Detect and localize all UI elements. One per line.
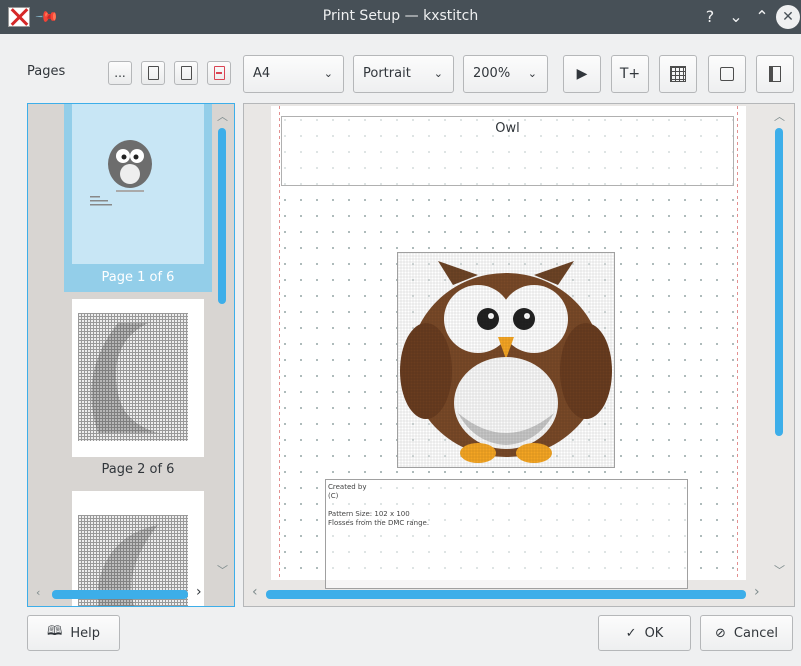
page-insert-icon (180, 66, 192, 80)
close-icon[interactable]: ✕ (776, 5, 800, 29)
cancel-icon: ⊘ (715, 625, 726, 641)
orientation-select[interactable]: Portrait ⌄ (353, 55, 454, 93)
help-book-icon: 🕮 (47, 624, 63, 639)
thumbnail-page-image (72, 104, 204, 264)
thumbnail-horizontal-scrollbar[interactable] (52, 590, 188, 599)
maximize-icon[interactable]: ⌃ (750, 5, 774, 29)
image-add-icon (720, 67, 734, 81)
info-line-copyright: (C) (328, 492, 339, 500)
window-title: Print Setup — kxstitch (322, 8, 479, 24)
preview-vertical-scrollbar[interactable] (775, 128, 783, 436)
scroll-up-icon[interactable]: ︿ (774, 108, 785, 124)
delete-page-button[interactable] (207, 61, 231, 85)
pointer-icon: ▶ (576, 66, 588, 82)
thumbnail-caption: Page 1 of 6 (101, 270, 175, 285)
ok-label: OK (644, 625, 664, 641)
checkmark-icon: ✓ (625, 625, 637, 641)
pattern-element-button[interactable] (659, 55, 697, 93)
info-text-element[interactable]: Created by (C) Pattern Size: 102 x 100 F… (325, 479, 688, 589)
preview-horizontal-scrollbar[interactable] (266, 590, 746, 599)
help-icon[interactable]: ? (698, 5, 722, 29)
preview-page: Owl Created by (C) Pattern Size: 102 x 1… (271, 106, 746, 589)
image-element-button[interactable] (708, 55, 746, 93)
page-icon (147, 66, 159, 80)
ok-button[interactable]: ✓ OK (598, 615, 691, 651)
thumbnail-caption: Page 2 of 6 (101, 462, 175, 477)
select-tool-button[interactable]: ▶ (563, 55, 601, 93)
info-line-flosses: Flosses from the DMC range. (328, 519, 430, 527)
chevron-down-icon: ⌄ (433, 67, 443, 80)
text-element-button[interactable]: T+ (611, 55, 649, 93)
pattern-element[interactable] (397, 252, 615, 468)
pattern-title: Owl (495, 121, 520, 136)
thumbnail-page-2[interactable]: Page 2 of 6 (64, 296, 212, 486)
text-add-icon: T+ (619, 66, 641, 82)
cancel-label: Cancel (733, 625, 778, 641)
insert-page-button[interactable] (174, 61, 198, 85)
info-line-created: Created by (328, 483, 367, 491)
info-line-size: Pattern Size: 102 x 100 (328, 510, 410, 518)
zoom-value: 200% (473, 66, 511, 81)
scroll-left-icon[interactable]: ‹ (36, 586, 40, 599)
add-page-button[interactable] (141, 61, 165, 85)
title-bar: 📌 Print Setup — kxstitch ? ⌄ ⌃ ✕ (0, 0, 801, 34)
owl-pattern-image (398, 253, 614, 467)
scroll-down-icon[interactable]: ﹀ (217, 562, 228, 578)
page-thumbnail-list[interactable]: Page 1 of 6 Page 2 of 6 ︿ ﹀ ‹ › (27, 103, 235, 607)
chevron-down-icon: ⌄ (323, 67, 333, 80)
chevron-down-icon: ⌄ (527, 67, 537, 80)
orientation-value: Portrait (363, 66, 411, 81)
thumbnail-vertical-scrollbar[interactable] (218, 128, 226, 304)
page-preview[interactable]: Owl Created by (C) Pattern Size: 102 x 1… (243, 103, 795, 607)
page-remove-icon (213, 66, 225, 80)
thumbnail-page-1[interactable]: Page 1 of 6 (64, 104, 212, 292)
scroll-left-icon[interactable]: ‹ (252, 584, 258, 600)
zoom-select[interactable]: 200% ⌄ (463, 55, 548, 93)
paper-size-select[interactable]: A4 ⌄ (243, 55, 344, 93)
pattern-add-icon (670, 66, 686, 82)
pages-label: Pages (27, 64, 66, 79)
title-text-element[interactable]: Owl (281, 116, 734, 186)
scroll-down-icon[interactable]: ﹀ (774, 562, 785, 578)
thumbnail-page-image (72, 299, 204, 457)
properties-button[interactable] (756, 55, 794, 93)
help-label: Help (70, 625, 100, 641)
scroll-right-icon[interactable]: › (196, 584, 202, 600)
more-pages-button[interactable]: ... (108, 61, 132, 85)
scroll-right-icon[interactable]: › (754, 584, 760, 600)
help-button[interactable]: 🕮 Help (27, 615, 120, 651)
cancel-button[interactable]: ⊘ Cancel (700, 615, 793, 651)
paper-size-value: A4 (253, 66, 271, 81)
sidebar-icon (769, 66, 781, 82)
scroll-up-icon[interactable]: ︿ (217, 108, 228, 124)
info-line-blank (328, 501, 685, 510)
minimize-icon[interactable]: ⌄ (724, 5, 748, 29)
